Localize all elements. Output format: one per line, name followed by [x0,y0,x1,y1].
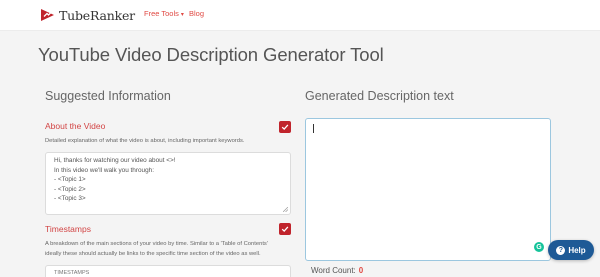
nav-free-tools-label: Free Tools [144,9,179,18]
word-count: Word Count: 0 [311,266,363,275]
help-button[interactable]: ? Help [548,240,594,260]
textarea-line: In this video we'll walk you through: [54,166,154,174]
top-navigation-bar: TubeRanker Free Tools ▾ Blog [0,0,600,31]
timestamps-textarea[interactable]: TIMESTAMPS [45,265,291,277]
grammarly-glyph: G [536,243,542,251]
about-video-textarea[interactable]: Hi, thanks for watching our video about … [45,152,291,215]
textarea-line: - <Topic 2> [54,185,86,193]
help-button-label: Help [568,245,586,255]
textarea-line: Hi, thanks for watching our video about … [54,157,176,164]
brand-name: TubeRanker [59,7,135,23]
timestamps-description-line: ideally these should actually be links t… [45,251,261,257]
word-count-value: 0 [358,266,364,275]
textarea-line: - <Topic 1> [54,176,86,184]
tuberanker-logo-icon [41,9,54,21]
about-video-label: About the Video [45,121,106,131]
textarea-line: - <Topic 3> [54,195,86,203]
resize-handle-icon[interactable] [283,207,288,212]
word-count-label: Word Count: [311,266,356,275]
nav-free-tools[interactable]: Free Tools ▾ [144,9,184,18]
text-cursor [313,124,314,133]
grammarly-icon[interactable]: G [534,242,544,252]
checkmark-icon [281,124,289,131]
tuberanker-logo[interactable]: TubeRanker [40,6,135,24]
question-mark-icon: ? [556,245,566,255]
generated-description-heading: Generated Description text [305,89,454,103]
about-video-checkbox[interactable] [279,121,291,133]
timestamps-label: Timestamps [45,224,91,234]
timestamps-checkbox[interactable] [279,223,291,235]
timestamps-description-line: A breakdown of the main sections of your… [45,241,268,247]
page-title: YouTube Video Description Generator Tool [38,44,384,65]
about-video-description: Detailed explanation of what the video i… [45,138,245,144]
checkmark-icon [281,226,289,233]
textarea-line: TIMESTAMPS [54,270,90,276]
chevron-down-icon: ▾ [180,12,184,18]
nav-blog[interactable]: Blog [189,9,204,18]
generated-description-textarea[interactable] [305,118,551,261]
suggested-information-heading: Suggested Information [45,89,171,103]
